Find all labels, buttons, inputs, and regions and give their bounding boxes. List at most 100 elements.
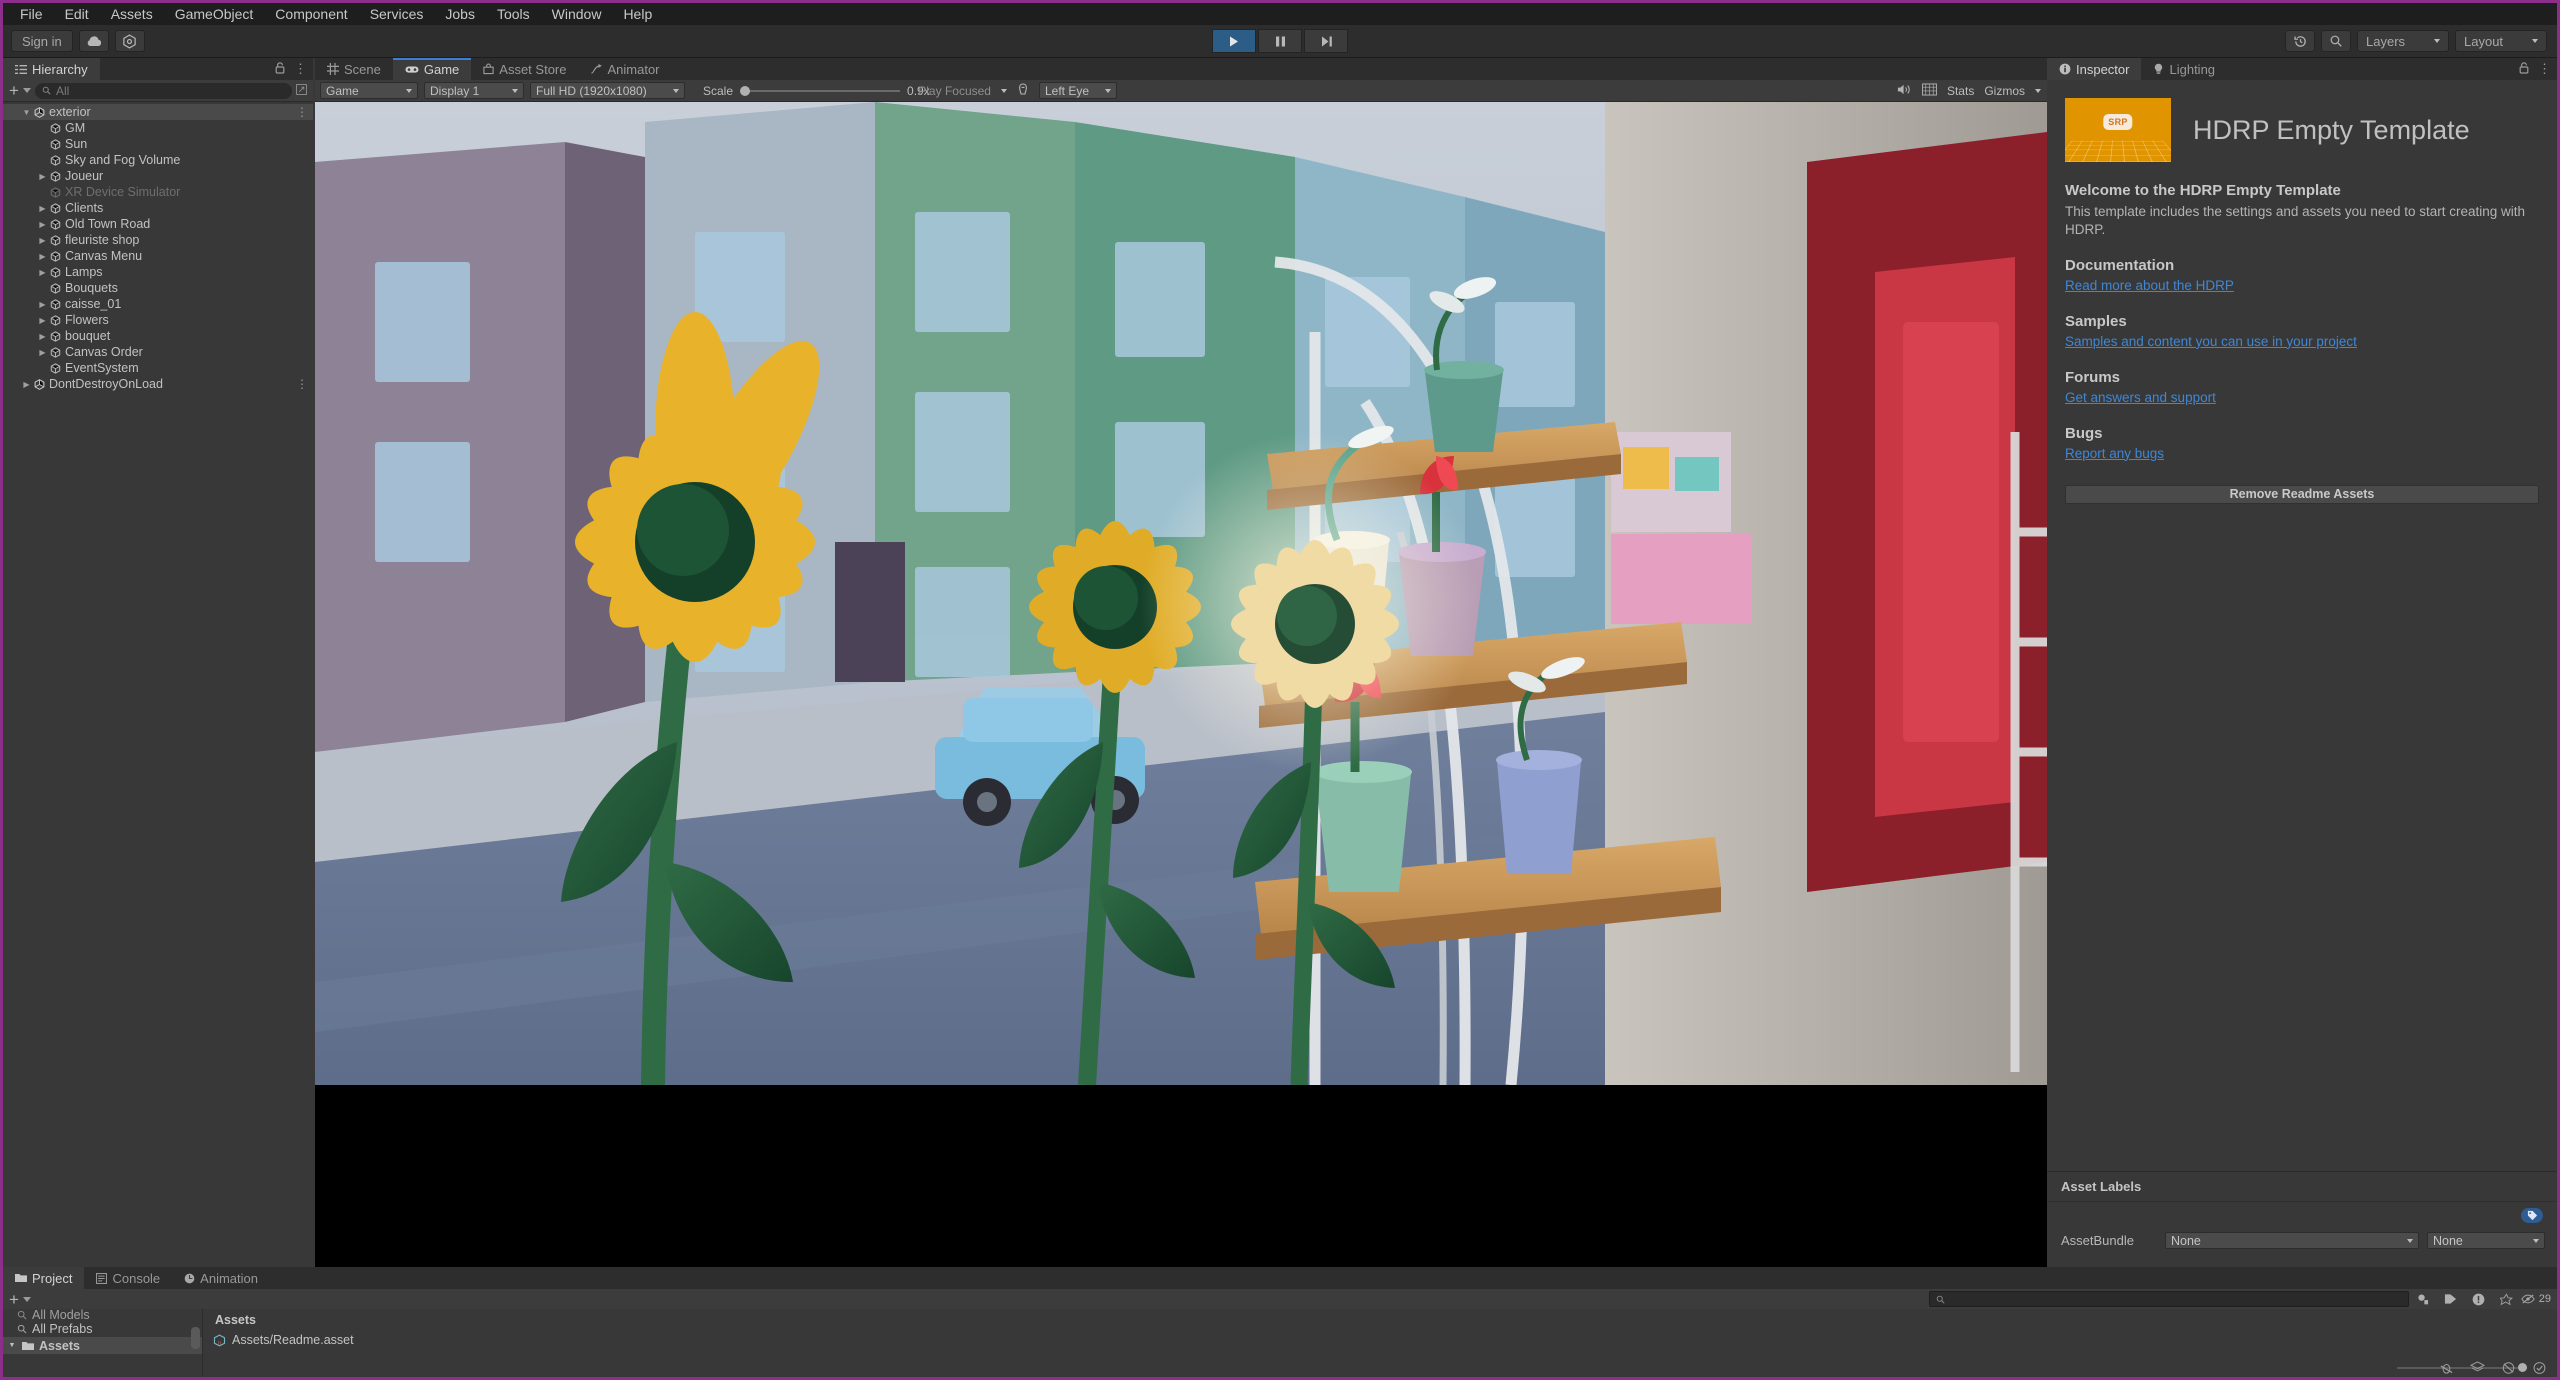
scale-slider[interactable]: Scale 0.9x (703, 84, 930, 98)
resolution-dropdown[interactable]: Full HD (1920x1080) (530, 82, 685, 99)
display-dropdown[interactable]: Display 1 (424, 82, 524, 99)
readme-link[interactable]: Report any bugs (2065, 446, 2164, 461)
gizmos-button[interactable]: Gizmos (1984, 84, 2025, 98)
label-icon[interactable] (2437, 1290, 2465, 1308)
project-tree-item-assets[interactable]: ▼ Assets (3, 1337, 202, 1354)
hierarchy-item-lamps[interactable]: ▶ Lamps (3, 264, 313, 280)
favorites-icon[interactable] (2409, 1290, 2437, 1308)
kebab-icon[interactable]: ⋮ (296, 377, 308, 391)
history-icon[interactable] (2285, 30, 2315, 52)
chevron-right-icon[interactable]: ▶ (37, 172, 48, 181)
menu-item-services[interactable]: Services (359, 3, 435, 25)
readme-link[interactable]: Read more about the HDRP (2065, 278, 2234, 293)
remove-readme-assets-button[interactable]: Remove Readme Assets (2065, 484, 2539, 504)
menu-item-help[interactable]: Help (612, 3, 663, 25)
layers-dropdown[interactable]: Layers (2357, 30, 2449, 52)
hierarchy-item-sun[interactable]: Sun (3, 136, 313, 152)
kebab-icon[interactable]: ⋮ (2538, 61, 2551, 77)
hierarchy-item-bouquet[interactable]: ▶ bouquet (3, 328, 313, 344)
tab-console[interactable]: Console (84, 1267, 173, 1289)
hierarchy-item-dontdestroyonload[interactable]: ▶ DontDestroyOnLoad ⋮ (3, 376, 313, 392)
menu-item-window[interactable]: Window (541, 3, 613, 25)
chevron-down-icon[interactable] (1000, 88, 1007, 93)
cloud-icon[interactable] (78, 30, 109, 52)
no-collab-icon[interactable] (2501, 1361, 2516, 1380)
chevron-right-icon[interactable]: ▶ (37, 348, 48, 357)
chevron-right-icon[interactable]: ▶ (37, 236, 48, 245)
hierarchy-list[interactable]: ▼ exterior ⋮ GM Sun Sky and Fog Volume ▶ Joueur… (3, 102, 313, 392)
add-gameobject-button[interactable]: + (9, 82, 19, 99)
project-tree-item-all-models[interactable]: All Models (3, 1309, 202, 1320)
assetbundle-variant-dropdown[interactable]: None (2427, 1232, 2545, 1249)
breadcrumb[interactable]: Assets (203, 1309, 2557, 1331)
search-icon[interactable] (2321, 30, 2351, 52)
warning-icon[interactable] (2465, 1290, 2493, 1308)
chevron-down-icon[interactable] (22, 1296, 31, 1302)
list-item[interactable]: {} Assets/Readme.asset (203, 1331, 2557, 1349)
kebab-icon[interactable]: ⋮ (294, 61, 307, 77)
hierarchy-item-caisse-01[interactable]: ▶ caisse_01 (3, 296, 313, 312)
no-bug-icon[interactable] (2439, 1361, 2454, 1380)
hidden-assets-indicator[interactable]: 29 (2521, 1290, 2551, 1308)
play-button[interactable] (1212, 29, 1256, 53)
hierarchy-item-flowers[interactable]: ▶ Flowers (3, 312, 313, 328)
play-focused-label[interactable]: Play Focused (918, 84, 991, 98)
hierarchy-item-bouquets[interactable]: Bouquets (3, 280, 313, 296)
menu-item-edit[interactable]: Edit (54, 3, 100, 25)
frame-debug-icon[interactable] (1922, 83, 1937, 99)
project-tree[interactable]: All Models All Prefabs ▼ Assets (3, 1309, 203, 1377)
create-asset-button[interactable]: + (9, 1291, 19, 1308)
hierarchy-item-exterior[interactable]: ▼ exterior ⋮ (3, 104, 313, 120)
game-render-canvas[interactable] (315, 102, 2047, 1289)
stats-button[interactable]: Stats (1947, 84, 1974, 98)
audio-icon[interactable] (1897, 83, 1912, 99)
chevron-right-icon[interactable]: ▶ (37, 268, 48, 277)
pause-button[interactable] (1258, 29, 1302, 53)
hierarchy-item-gm[interactable]: GM (3, 120, 313, 136)
tab-project[interactable]: Project (3, 1267, 85, 1289)
layers-icon[interactable] (2469, 1361, 2486, 1380)
chevron-down-icon[interactable] (22, 88, 31, 93)
menu-item-file[interactable]: File (9, 3, 54, 25)
chevron-right-icon[interactable]: ▶ (37, 316, 48, 325)
hierarchy-item-xr-device-simulator[interactable]: XR Device Simulator (3, 184, 313, 200)
chevron-right-icon[interactable]: ▶ (37, 220, 48, 229)
menu-item-assets[interactable]: Assets (100, 3, 164, 25)
menu-item-tools[interactable]: Tools (486, 3, 541, 25)
tab-animator[interactable]: Animator (578, 58, 672, 80)
hierarchy-item-sky-and-fog-volume[interactable]: Sky and Fog Volume (3, 152, 313, 168)
step-button[interactable] (1304, 29, 1348, 53)
menu-item-gameobject[interactable]: GameObject (164, 3, 265, 25)
chevron-right-icon[interactable]: ▶ (37, 300, 48, 309)
scale-slider-knob[interactable] (740, 85, 751, 96)
gameview-mode-dropdown[interactable]: Game (320, 82, 418, 99)
lock-icon[interactable] (275, 61, 285, 77)
chevron-right-icon[interactable]: ▶ (21, 380, 32, 389)
project-search-input[interactable] (1928, 1291, 2409, 1307)
hierarchy-item-clients[interactable]: ▶ Clients (3, 200, 313, 216)
lock-icon[interactable] (2519, 61, 2529, 77)
project-tree-scrollbar[interactable] (191, 1327, 200, 1349)
tab-animation[interactable]: Animation (172, 1267, 270, 1289)
tab-hierarchy[interactable]: Hierarchy (3, 58, 100, 80)
check-icon[interactable] (2532, 1361, 2547, 1380)
chevron-down-icon[interactable]: ▼ (21, 108, 32, 117)
layout-dropdown[interactable]: Layout (2455, 30, 2547, 52)
hierarchy-item-eventsystem[interactable]: EventSystem (3, 360, 313, 376)
readme-link[interactable]: Samples and content you can use in your … (2065, 334, 2357, 349)
tab-inspector[interactable]: Inspector (2047, 58, 2142, 80)
unity-services-icon[interactable] (114, 30, 145, 52)
project-tree-item-all-prefabs[interactable]: All Prefabs (3, 1320, 202, 1337)
kebab-icon[interactable]: ⋮ (296, 105, 308, 119)
chevron-down-icon[interactable] (2035, 88, 2041, 93)
scale-slider-track[interactable] (740, 85, 901, 96)
chevron-right-icon[interactable]: ▶ (37, 252, 48, 261)
menu-item-jobs[interactable]: Jobs (434, 3, 486, 25)
chevron-right-icon[interactable]: ▶ (37, 332, 48, 341)
vr-device-icon[interactable] (1017, 82, 1029, 99)
tab-asset-store[interactable]: Asset Store (471, 58, 579, 80)
hierarchy-item-old-town-road[interactable]: ▶ Old Town Road (3, 216, 313, 232)
star-icon[interactable] (2493, 1290, 2521, 1308)
chevron-right-icon[interactable]: ▶ (37, 204, 48, 213)
hierarchy-item-fleuriste-shop[interactable]: ▶ fleuriste shop (3, 232, 313, 248)
